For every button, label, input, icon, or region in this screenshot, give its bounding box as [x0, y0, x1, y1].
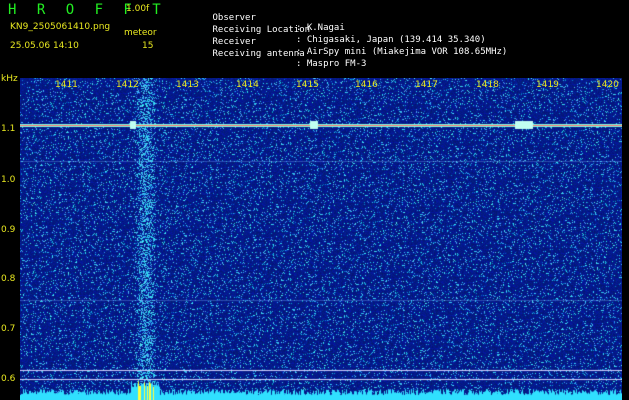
y-axis-unit: kHz — [1, 74, 18, 84]
y-tick-label: 0.7 — [1, 324, 16, 334]
capture-datetime: 25.05.06 14:10 — [10, 41, 79, 51]
header-panel: H R O F F T 1.00f KN9_2505061410.png met… — [0, 0, 629, 72]
x-tick-label: 1413 — [176, 80, 199, 90]
y-tick-label: 0.6 — [1, 374, 16, 384]
x-tick-label: 1418 — [476, 80, 499, 90]
y-tick-label: 0.9 — [1, 225, 16, 235]
hrofft-window: H R O F F T 1.00f KN9_2505061410.png met… — [0, 0, 629, 400]
y-tick-label: 1.0 — [1, 175, 16, 185]
app-version: 1.00f — [126, 4, 150, 14]
receiver-value: : AirSpy mini (Miakejima VOR 108.65MHz) — [296, 47, 508, 57]
antenna-label: Receiving antenna — [212, 49, 305, 59]
spectrogram-canvas[interactable] — [20, 78, 622, 400]
x-tick-label: 1417 — [415, 80, 438, 90]
meteor-count: 15 — [142, 41, 154, 51]
meteor-label: meteor — [124, 28, 157, 38]
x-tick-label: 1416 — [355, 80, 378, 90]
file-name: KN9_2505061410.png — [10, 22, 111, 32]
spectrogram-panel — [20, 78, 622, 400]
y-tick-label: 0.8 — [1, 274, 16, 284]
antenna-row: Receiving antenna : Maspro FM-3 — [180, 39, 367, 79]
x-tick-label: 1411 — [55, 80, 78, 90]
x-tick-label: 1415 — [296, 80, 319, 90]
x-tick-label: 1412 — [116, 80, 139, 90]
x-tick-label: 1419 — [536, 80, 559, 90]
location-value: : Chigasaki, Japan (139.414 35.340) — [296, 35, 486, 45]
antenna-value: : Maspro FM-3 — [296, 59, 367, 69]
x-tick-label: 1414 — [236, 80, 259, 90]
x-tick-label: 1420 — [596, 80, 619, 90]
y-tick-label: 1.1 — [1, 124, 16, 134]
